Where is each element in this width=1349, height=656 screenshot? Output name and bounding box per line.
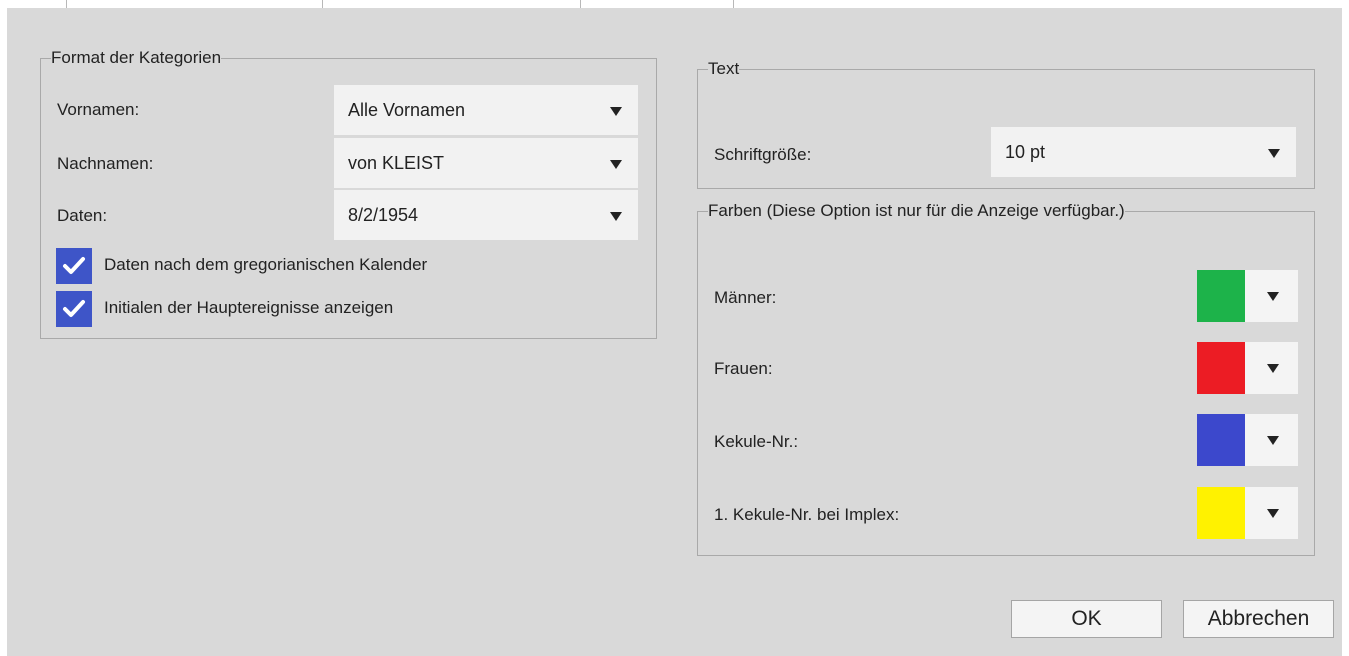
checkbox-checked (56, 248, 92, 284)
last-names-label: Nachnamen: (57, 154, 154, 173)
color-swatch (1197, 414, 1245, 466)
men-color-picker[interactable] (1197, 270, 1298, 322)
tab-divider (322, 0, 323, 8)
font-size-dropdown[interactable]: 10 pt (991, 127, 1296, 177)
first-names-dropdown[interactable]: Alle Vornamen (334, 85, 638, 135)
color-swatch (1197, 270, 1245, 322)
chevron-down-icon (1267, 292, 1279, 301)
window-edge-right (1342, 8, 1349, 656)
format-categories-legend: Format der Kategorien (51, 48, 222, 67)
ok-button[interactable]: OK (1011, 600, 1162, 638)
first-names-label: Vornamen: (57, 100, 140, 119)
gregorian-calendar-label: Daten nach dem gregorianischen Kalender (104, 255, 428, 274)
checkbox-checked (56, 291, 92, 327)
kekule-color-picker[interactable] (1197, 414, 1298, 466)
first-names-value: Alle Vornamen (348, 100, 466, 120)
last-names-value: von KLEIST (348, 153, 445, 173)
women-color-label: Frauen: (714, 359, 773, 378)
color-swatch (1197, 487, 1245, 539)
chevron-down-icon (610, 212, 622, 221)
chevron-down-icon (610, 160, 622, 169)
checkmark-icon (63, 300, 85, 317)
window-edge-left (0, 8, 7, 656)
cancel-button[interactable]: Abbrechen (1183, 600, 1334, 638)
color-swatch (1197, 342, 1245, 394)
top-tab-strip (0, 0, 1349, 8)
text-legend: Text (708, 59, 740, 78)
checkmark-icon (63, 257, 85, 274)
men-color-label: Männer: (714, 288, 777, 307)
chevron-down-icon (1267, 509, 1279, 518)
font-size-label: Schriftgröße: (714, 145, 812, 164)
chevron-down-icon (1268, 149, 1280, 158)
chevron-down-icon (1267, 436, 1279, 445)
tab-divider (733, 0, 734, 8)
women-color-picker[interactable] (1197, 342, 1298, 394)
kekule-color-label: Kekule-Nr.: (714, 432, 799, 451)
implex-color-picker[interactable] (1197, 487, 1298, 539)
colors-legend: Farben (Diese Option ist nur für die Anz… (708, 201, 1125, 220)
last-names-dropdown[interactable]: von KLEIST (334, 138, 638, 188)
dates-value: 8/2/1954 (348, 205, 419, 225)
main-event-initials-label: Initialen der Hauptereignisse anzeigen (104, 298, 394, 317)
tab-divider (580, 0, 581, 8)
tab-divider (66, 0, 67, 8)
font-size-value: 10 pt (1005, 142, 1046, 162)
dates-dropdown[interactable]: 8/2/1954 (334, 190, 638, 240)
dates-label: Daten: (57, 206, 108, 225)
chevron-down-icon (1267, 364, 1279, 373)
implex-color-label: 1. Kekule-Nr. bei Implex: (714, 505, 900, 524)
chevron-down-icon (610, 107, 622, 116)
